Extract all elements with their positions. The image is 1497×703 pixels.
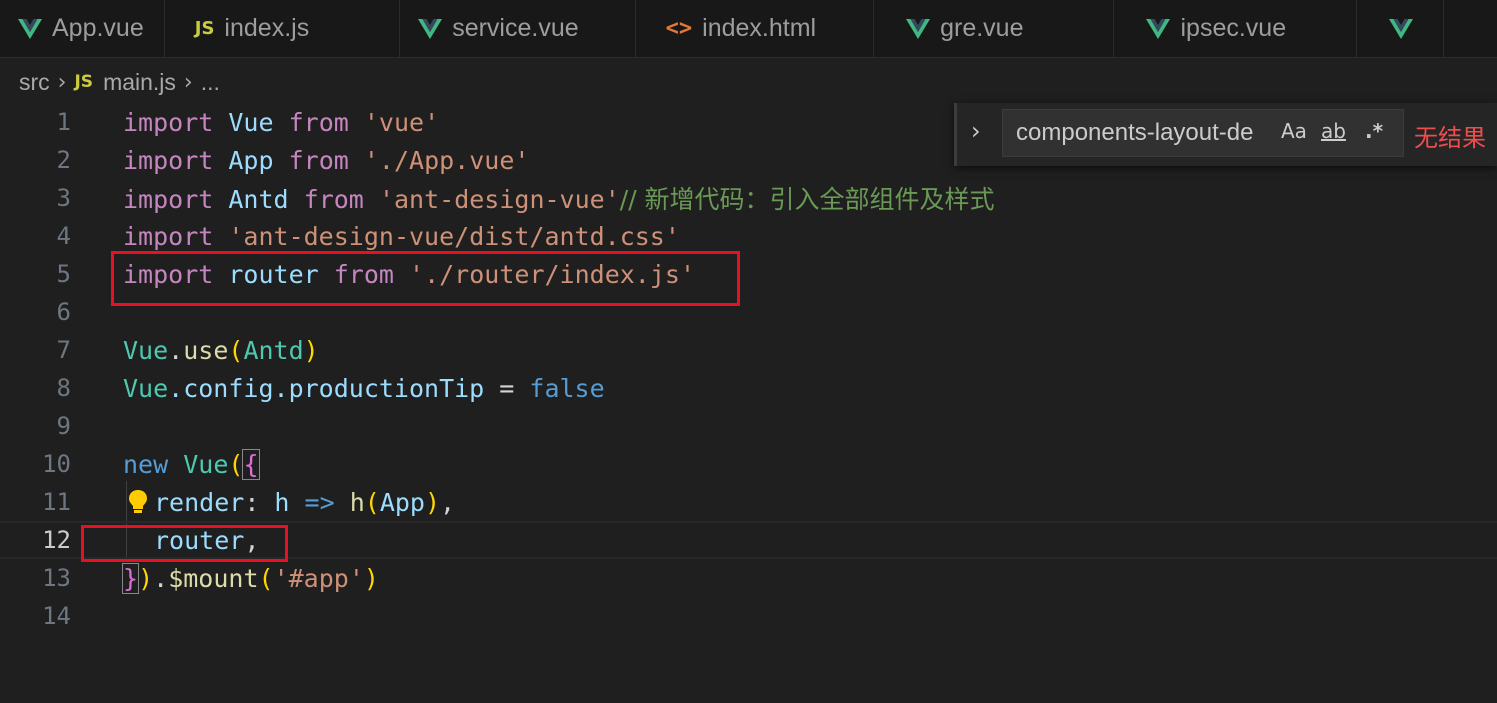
js-icon: JS xyxy=(74,72,94,92)
line-content: router, xyxy=(154,525,260,555)
vue-icon xyxy=(1146,18,1171,39)
breadcrumb-folder[interactable]: src xyxy=(19,69,50,96)
line-content: Vue.config.productionTip = false xyxy=(123,373,605,403)
line-content: new Vue({ xyxy=(123,448,260,480)
line-content: }).$mount('#app') xyxy=(121,562,379,594)
code-line[interactable]: 6 xyxy=(0,293,1497,331)
code-line-current[interactable]: 12 router, xyxy=(0,521,1497,559)
tab-label: index.html xyxy=(702,14,817,42)
line-number: 10 xyxy=(42,450,71,478)
tab-label: index.js xyxy=(224,14,310,42)
tab-app-vue[interactable]: App.vue xyxy=(0,0,165,57)
line-number: 9 xyxy=(56,412,71,440)
tab-index-js[interactable]: JS index.js xyxy=(164,0,401,57)
breadcrumb: src › JS main.js › ... xyxy=(19,62,220,102)
vue-icon xyxy=(18,18,42,39)
html-icon: <> xyxy=(665,16,693,41)
line-number: 12 xyxy=(42,526,71,554)
editor-tab-bar: App.vue JS index.js service.vue <> index… xyxy=(0,0,1497,58)
code-editor[interactable]: 1 import Vue from 'vue' 2 import App fro… xyxy=(0,103,1497,703)
tab-label: gre.vue xyxy=(940,14,1024,42)
line-content: import router from './router/index.js' xyxy=(123,259,696,289)
code-line[interactable]: 14 xyxy=(0,597,1497,635)
line-content: Vue.use(Antd) xyxy=(123,335,319,365)
regex-icon[interactable]: .* xyxy=(1365,119,1383,143)
match-case-icon[interactable]: Aa xyxy=(1281,119,1307,143)
line-content: render: h => h(App), xyxy=(154,487,456,517)
line-content: import Antd from 'ant-design-vue'// 新增代码… xyxy=(123,185,995,214)
vue-icon xyxy=(418,18,443,39)
line-content: import App from './App.vue' xyxy=(123,145,530,175)
code-line[interactable]: 8 Vue.config.productionTip = false xyxy=(0,369,1497,407)
whole-word-icon[interactable]: ab xyxy=(1321,119,1346,143)
line-number: 1 xyxy=(56,108,71,136)
code-line[interactable]: 7 Vue.use(Antd) xyxy=(0,331,1497,369)
chevron-right-icon: › xyxy=(183,69,193,95)
breadcrumb-file[interactable]: main.js xyxy=(103,69,176,96)
tab-overflow[interactable] xyxy=(1357,0,1445,57)
line-number: 8 xyxy=(56,374,71,402)
line-number: 7 xyxy=(56,336,71,364)
line-number: 6 xyxy=(56,298,71,326)
code-line[interactable]: 4 import 'ant-design-vue/dist/antd.css' xyxy=(0,217,1497,255)
code-line[interactable]: 10 new Vue({ xyxy=(0,445,1497,483)
code-line[interactable]: 13 }).$mount('#app') xyxy=(0,559,1497,597)
tab-ipsec-vue[interactable]: ipsec.vue xyxy=(1114,0,1358,57)
find-widget: › components-layout-de Aa ab .* 无结果 xyxy=(954,103,1497,166)
js-icon: JS xyxy=(194,18,215,39)
vue-icon xyxy=(1389,18,1414,39)
line-number: 14 xyxy=(42,602,71,630)
line-number: 3 xyxy=(56,184,71,212)
line-number: 13 xyxy=(42,564,71,592)
line-content: import Vue from 'vue' xyxy=(123,107,440,137)
code-line[interactable]: 5 import router from './router/index.js' xyxy=(0,255,1497,293)
tab-label: App.vue xyxy=(52,14,144,42)
line-number: 11 xyxy=(42,488,71,516)
vue-icon xyxy=(906,18,931,39)
tab-index-html[interactable]: <> index.html xyxy=(635,0,875,57)
line-content: import 'ant-design-vue/dist/antd.css' xyxy=(123,221,680,251)
chevron-right-icon: › xyxy=(57,69,67,95)
line-number: 5 xyxy=(56,260,71,288)
tab-label: ipsec.vue xyxy=(1180,14,1287,42)
chevron-right-icon[interactable]: › xyxy=(971,117,981,145)
code-line[interactable]: 3 import Antd from 'ant-design-vue'// 新增… xyxy=(0,179,1497,217)
tab-service-vue[interactable]: service.vue xyxy=(400,0,636,57)
lightbulb-icon[interactable] xyxy=(128,489,148,521)
breadcrumb-more[interactable]: ... xyxy=(201,69,220,96)
tab-gre-vue[interactable]: gre.vue xyxy=(874,0,1115,57)
line-number: 4 xyxy=(56,222,71,250)
find-result-status: 无结果 xyxy=(1414,125,1486,152)
code-line[interactable]: 9 xyxy=(0,407,1497,445)
code-line[interactable]: 11 render: h => h(App), xyxy=(0,483,1497,521)
line-number: 2 xyxy=(56,146,71,174)
tab-label: service.vue xyxy=(452,14,579,42)
